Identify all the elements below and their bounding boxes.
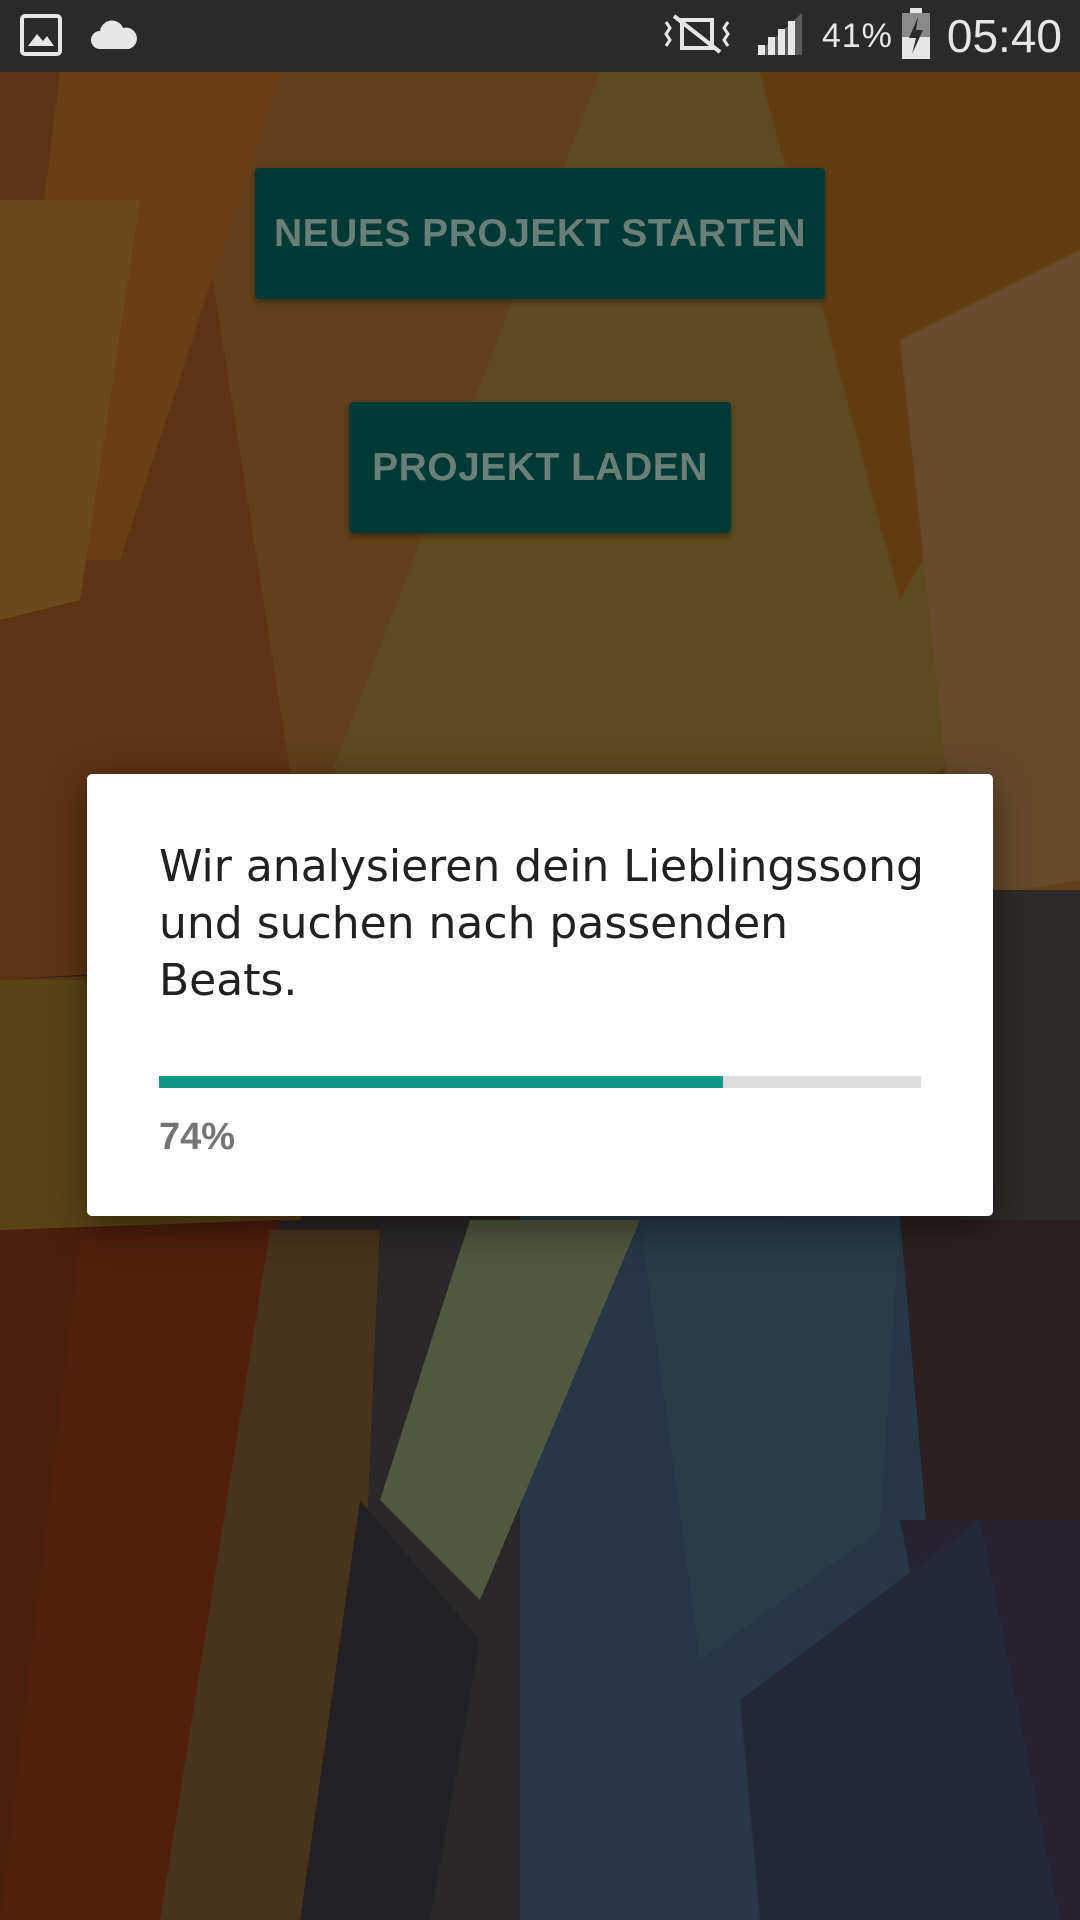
battery-percentage: 41% [821,16,893,55]
battery-charging-icon [901,7,931,65]
status-bar: 41% 05:40 [0,0,1080,72]
clock: 05:40 [946,10,1062,62]
progress-bar-fill [159,1076,723,1088]
app-screen: 41% 05:40 NEUES PROJEKT STARTEN PROJEKT … [0,0,1080,1920]
progress-dialog: Wir analysieren dein Lieblingssong und s… [87,774,993,1216]
new-project-button[interactable]: NEUES PROJEKT STARTEN [255,168,825,299]
vibrate-mute-icon [660,12,734,61]
load-project-button[interactable]: PROJEKT LADEN [349,402,731,533]
signal-icon [754,11,804,62]
image-icon [20,14,62,61]
cloud-icon [90,19,138,56]
dialog-message: Wir analysieren dein Lieblingssong und s… [159,841,924,1006]
progress-bar [159,1076,921,1088]
progress-percentage: 74% [159,1116,236,1158]
